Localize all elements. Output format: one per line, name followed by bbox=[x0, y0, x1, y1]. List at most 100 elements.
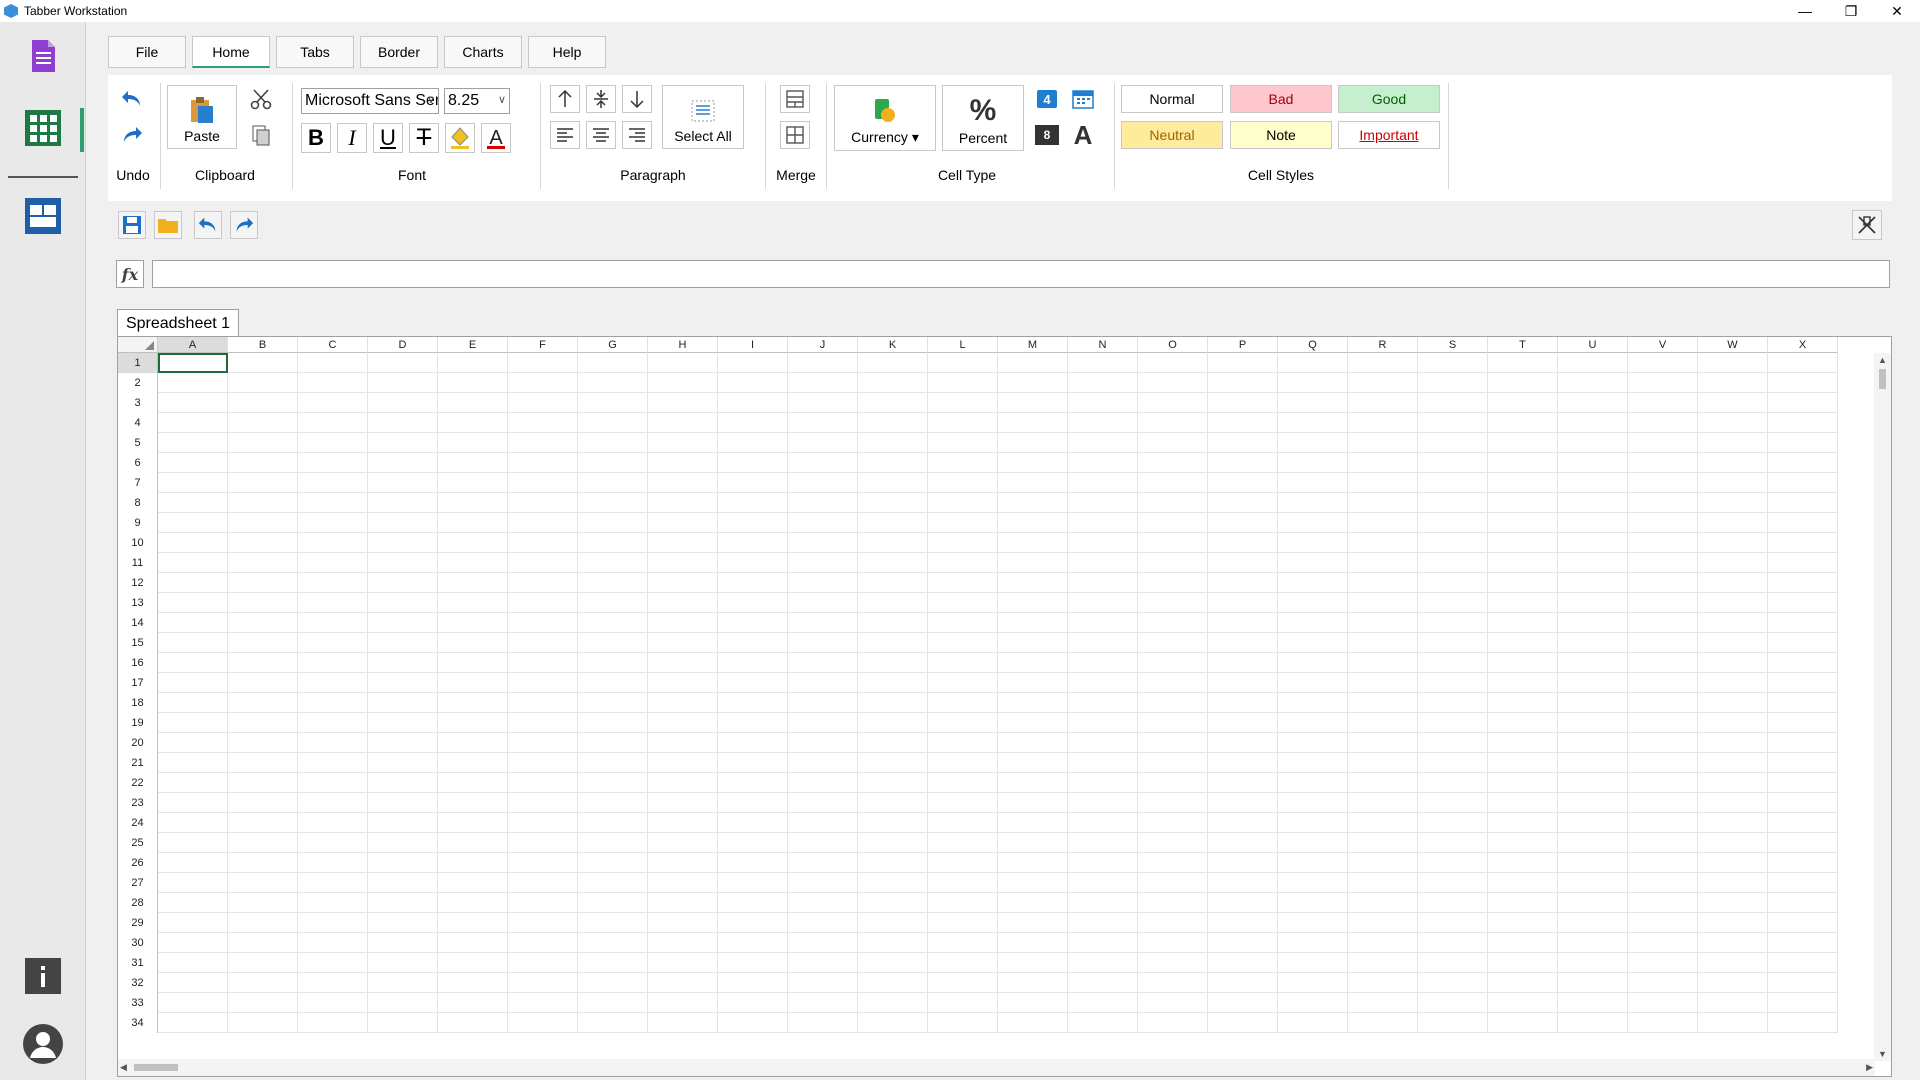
cell[interactable] bbox=[1488, 353, 1558, 373]
cell[interactable] bbox=[1768, 513, 1838, 533]
cell[interactable] bbox=[228, 833, 298, 853]
row-header[interactable]: 22 bbox=[118, 773, 158, 793]
cell[interactable] bbox=[928, 793, 998, 813]
cell[interactable] bbox=[858, 913, 928, 933]
style-normal-button[interactable]: Normal bbox=[1121, 85, 1223, 113]
cell[interactable] bbox=[1558, 453, 1628, 473]
cell[interactable] bbox=[228, 453, 298, 473]
cell[interactable] bbox=[298, 913, 368, 933]
cell[interactable] bbox=[1278, 353, 1348, 373]
column-header[interactable]: M bbox=[998, 337, 1068, 353]
cell[interactable] bbox=[788, 913, 858, 933]
cell[interactable] bbox=[578, 773, 648, 793]
cell[interactable] bbox=[648, 873, 718, 893]
cell[interactable] bbox=[1768, 953, 1838, 973]
cell[interactable] bbox=[158, 953, 228, 973]
cell[interactable] bbox=[1418, 793, 1488, 813]
cell[interactable] bbox=[578, 453, 648, 473]
row-header[interactable]: 14 bbox=[118, 613, 158, 633]
cell[interactable] bbox=[1348, 1013, 1418, 1033]
cell[interactable] bbox=[508, 1013, 578, 1033]
cell[interactable] bbox=[298, 353, 368, 373]
cell[interactable] bbox=[368, 473, 438, 493]
cell[interactable] bbox=[648, 393, 718, 413]
tab-tabs[interactable]: Tabs bbox=[276, 36, 354, 68]
cell[interactable] bbox=[928, 813, 998, 833]
cell[interactable] bbox=[1768, 593, 1838, 613]
cell[interactable] bbox=[228, 673, 298, 693]
cell[interactable] bbox=[858, 873, 928, 893]
cell[interactable] bbox=[1558, 1013, 1628, 1033]
cell[interactable] bbox=[578, 893, 648, 913]
cell[interactable] bbox=[998, 433, 1068, 453]
cell[interactable] bbox=[158, 513, 228, 533]
column-header[interactable]: Q bbox=[1278, 337, 1348, 353]
cell[interactable] bbox=[578, 533, 648, 553]
cell[interactable] bbox=[858, 473, 928, 493]
bold-button[interactable]: B bbox=[301, 123, 331, 153]
cell[interactable] bbox=[1558, 753, 1628, 773]
cell[interactable] bbox=[228, 493, 298, 513]
cell[interactable] bbox=[1698, 633, 1768, 653]
cell[interactable] bbox=[1768, 733, 1838, 753]
cell[interactable] bbox=[578, 733, 648, 753]
cell[interactable] bbox=[1208, 833, 1278, 853]
cell[interactable] bbox=[1418, 953, 1488, 973]
column-header[interactable]: O bbox=[1138, 337, 1208, 353]
cell[interactable] bbox=[368, 653, 438, 673]
cell[interactable] bbox=[1348, 713, 1418, 733]
cell[interactable] bbox=[858, 973, 928, 993]
cell[interactable] bbox=[998, 413, 1068, 433]
cell[interactable] bbox=[1208, 1013, 1278, 1033]
cell[interactable] bbox=[858, 633, 928, 653]
cell[interactable] bbox=[508, 513, 578, 533]
cell[interactable] bbox=[788, 433, 858, 453]
cell[interactable] bbox=[648, 893, 718, 913]
cell[interactable] bbox=[1488, 993, 1558, 1013]
row-header[interactable]: 30 bbox=[118, 933, 158, 953]
tab-border[interactable]: Border bbox=[360, 36, 438, 68]
cell[interactable] bbox=[858, 373, 928, 393]
cell[interactable] bbox=[1418, 613, 1488, 633]
cell[interactable] bbox=[368, 933, 438, 953]
cell[interactable] bbox=[1768, 833, 1838, 853]
row-header[interactable]: 24 bbox=[118, 813, 158, 833]
cell[interactable] bbox=[1628, 693, 1698, 713]
cell[interactable] bbox=[298, 573, 368, 593]
cell[interactable] bbox=[298, 433, 368, 453]
cell[interactable] bbox=[788, 413, 858, 433]
cell[interactable] bbox=[858, 693, 928, 713]
cell[interactable] bbox=[1768, 973, 1838, 993]
cell[interactable] bbox=[648, 693, 718, 713]
cell[interactable] bbox=[1138, 753, 1208, 773]
cell[interactable] bbox=[1558, 833, 1628, 853]
cell[interactable] bbox=[928, 413, 998, 433]
row-header[interactable]: 31 bbox=[118, 953, 158, 973]
cell[interactable] bbox=[228, 593, 298, 613]
cell[interactable] bbox=[1698, 873, 1768, 893]
cell[interactable] bbox=[1698, 433, 1768, 453]
cell[interactable] bbox=[578, 673, 648, 693]
cell[interactable] bbox=[858, 673, 928, 693]
cell[interactable] bbox=[1698, 353, 1768, 373]
cell[interactable] bbox=[578, 713, 648, 733]
cell[interactable] bbox=[858, 573, 928, 593]
cell[interactable] bbox=[228, 693, 298, 713]
cell[interactable] bbox=[1488, 673, 1558, 693]
cell[interactable] bbox=[1418, 993, 1488, 1013]
row-header[interactable]: 21 bbox=[118, 753, 158, 773]
cell[interactable] bbox=[1138, 773, 1208, 793]
cell[interactable] bbox=[228, 533, 298, 553]
cell[interactable] bbox=[1628, 773, 1698, 793]
underline-button[interactable]: U bbox=[373, 123, 403, 153]
cell[interactable] bbox=[1278, 533, 1348, 553]
cell[interactable] bbox=[1068, 373, 1138, 393]
open-button[interactable] bbox=[154, 211, 182, 239]
cell[interactable] bbox=[648, 533, 718, 553]
cell[interactable] bbox=[1418, 973, 1488, 993]
cell[interactable] bbox=[858, 593, 928, 613]
cell[interactable] bbox=[1068, 533, 1138, 553]
cell[interactable] bbox=[438, 953, 508, 973]
cell[interactable] bbox=[1208, 613, 1278, 633]
cell[interactable] bbox=[1488, 693, 1558, 713]
